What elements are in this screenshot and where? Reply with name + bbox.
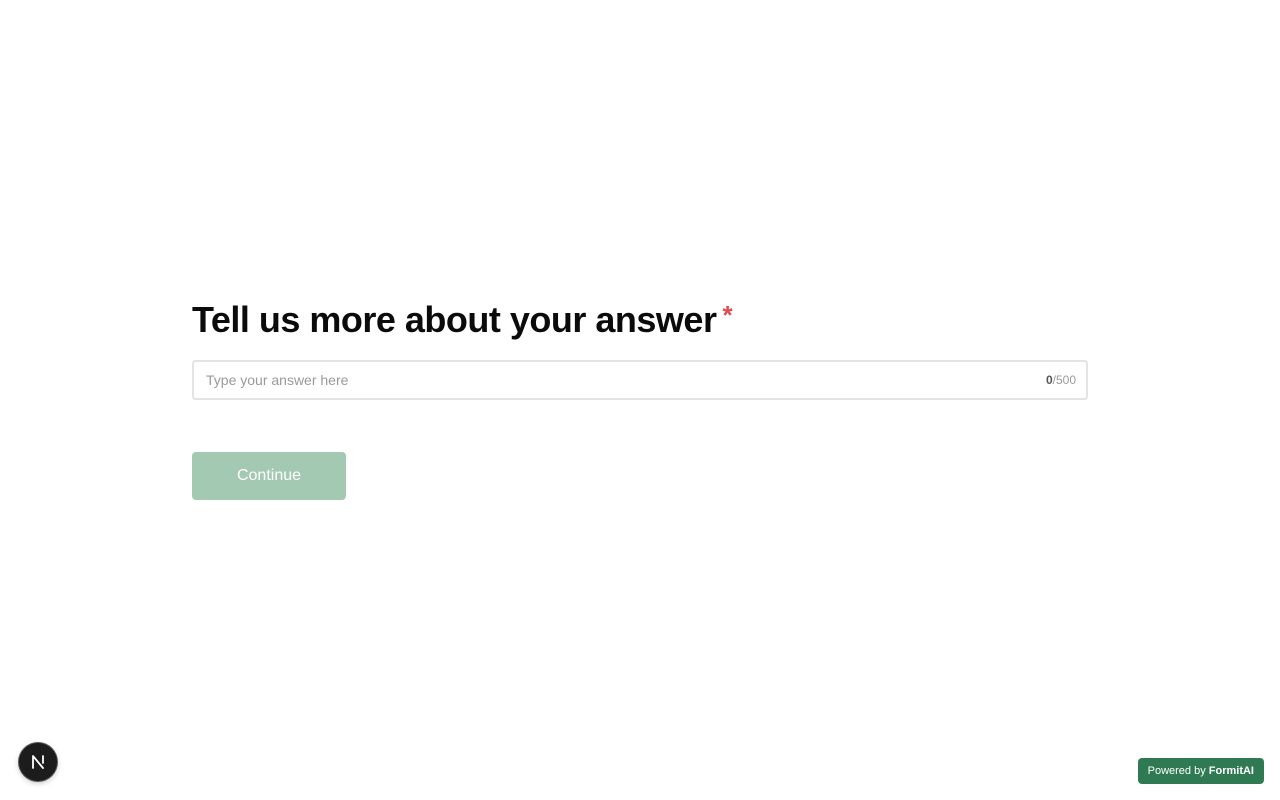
powered-by-badge[interactable]: Powered by FormitAI bbox=[1137, 758, 1264, 784]
page: Tell us more about your answer * 0/500 C… bbox=[0, 0, 1280, 800]
powered-by-text: Powered by bbox=[1147, 765, 1209, 777]
brand-name: FormitAI bbox=[1208, 765, 1254, 777]
question-form: Tell us more about your answer * 0/500 C… bbox=[192, 296, 1088, 500]
required-asterisk: * bbox=[722, 300, 733, 330]
character-counter: 0/500 bbox=[1046, 362, 1076, 398]
answer-input[interactable] bbox=[194, 362, 1014, 398]
character-count: 0 bbox=[1045, 373, 1053, 387]
character-limit: /500 bbox=[1052, 373, 1076, 387]
answer-field: 0/500 bbox=[192, 360, 1088, 400]
question-title: Tell us more about your answer * bbox=[192, 296, 1088, 344]
question-title-text: Tell us more about your answer bbox=[192, 299, 717, 340]
continue-button[interactable]: Continue bbox=[192, 452, 346, 500]
nextjs-icon[interactable] bbox=[19, 743, 57, 781]
nextjs-logo-glyph bbox=[32, 755, 44, 769]
